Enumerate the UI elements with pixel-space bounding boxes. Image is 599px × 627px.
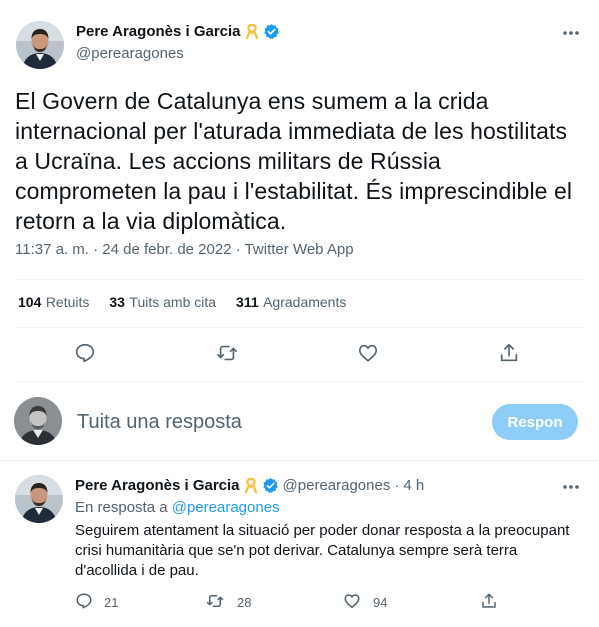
divider	[16, 327, 584, 328]
heart-icon[interactable]	[357, 342, 379, 364]
retweets-count: 104	[18, 294, 42, 310]
reply-icon[interactable]	[75, 592, 93, 610]
reply-text: Seguirem atentament la situació per pode…	[75, 522, 570, 579]
likes-stat[interactable]: 311 Agradaments	[236, 294, 346, 312]
composer-avatar	[14, 397, 62, 445]
in-reply-prefix: En resposta a	[75, 499, 168, 516]
share-icon[interactable]	[498, 342, 520, 364]
divider	[16, 381, 584, 382]
reply-submit-button[interactable]: Respon	[492, 404, 578, 440]
share-icon[interactable]	[480, 592, 498, 610]
author-handle[interactable]: @perearagones	[76, 45, 184, 62]
reply-time-ago[interactable]: 4 h	[403, 477, 424, 494]
more-horizontal-icon[interactable]	[560, 478, 582, 496]
author-name[interactable]: Pere Aragonès i Garcia	[76, 23, 241, 40]
verified-badge-icon	[262, 477, 279, 494]
divider	[0, 460, 599, 461]
reply-retweet-count: 28	[237, 595, 252, 610]
likes-label: Agradaments	[263, 294, 347, 310]
stats-row: 104 Retuits 33 Tuits amb cita 311 Agrada…	[18, 294, 346, 312]
reply-author-name[interactable]: Pere Aragonès i Garcia	[75, 477, 240, 494]
quotes-label: Tuits amb cita	[129, 294, 217, 310]
divider	[16, 279, 584, 280]
tweet-timestamp[interactable]: 11:37 a. m. · 24 de febr. de 2022 · Twit…	[15, 241, 354, 258]
retweet-icon[interactable]	[216, 342, 238, 364]
in-reply-to: En resposta a @perearagones	[75, 499, 280, 516]
verified-badge-icon	[263, 23, 280, 40]
separator-dot: ·	[394, 477, 400, 494]
quotes-stat[interactable]: 33 Tuits amb cita	[109, 294, 216, 312]
quotes-count: 33	[109, 294, 125, 310]
in-reply-handle-link[interactable]: @perearagones	[172, 499, 280, 516]
more-horizontal-icon[interactable]	[560, 24, 582, 42]
retweet-icon[interactable]	[206, 592, 224, 610]
yellow-ribbon-icon	[245, 23, 259, 40]
retweets-label: Retuits	[45, 294, 90, 310]
yellow-ribbon-icon	[244, 477, 258, 494]
author-name-row[interactable]: Pere Aragonès i Garcia	[76, 23, 280, 40]
likes-count: 311	[236, 294, 259, 310]
reply-like-count: 94	[373, 595, 388, 610]
reply-author-avatar[interactable]	[15, 475, 63, 523]
heart-icon[interactable]	[343, 592, 361, 610]
reply-author-handle[interactable]: @perearagones	[283, 477, 391, 494]
author-avatar[interactable]	[16, 21, 64, 69]
reply-composer-input[interactable]: Tuita una resposta	[77, 411, 242, 434]
reply-reply-count: 21	[104, 595, 119, 610]
tweet-text: El Govern de Catalunya ens sumem a la cr…	[15, 88, 573, 234]
reply-header: Pere Aragonès i Garcia @perearagones · 4…	[75, 477, 424, 494]
retweets-stat[interactable]: 104 Retuits	[18, 294, 89, 312]
reply-icon[interactable]	[74, 342, 96, 364]
